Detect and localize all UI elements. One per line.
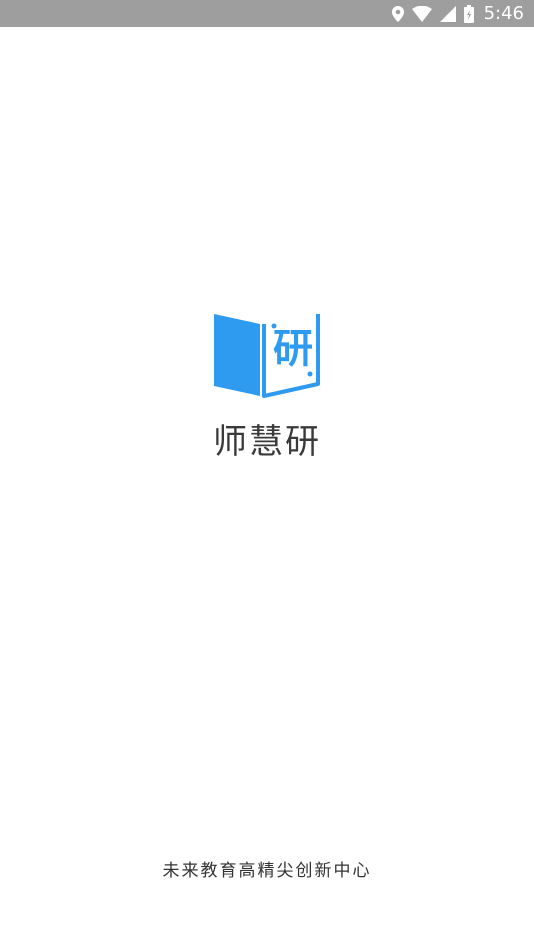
status-bar: 5:46 bbox=[0, 0, 534, 27]
battery-icon bbox=[463, 4, 474, 23]
signal-icon bbox=[439, 5, 456, 22]
splash-logo: 研 师慧研 bbox=[0, 312, 534, 463]
location-icon bbox=[391, 5, 404, 22]
tagline: 未来教育高精尖创新中心 bbox=[162, 861, 372, 881]
logo-glyph: 研 bbox=[273, 326, 313, 372]
book-logo-icon: 研 bbox=[214, 314, 320, 398]
wifi-icon bbox=[411, 5, 432, 22]
clock-time: 5:46 bbox=[483, 3, 524, 24]
app-name: 师慧研 bbox=[213, 422, 321, 462]
